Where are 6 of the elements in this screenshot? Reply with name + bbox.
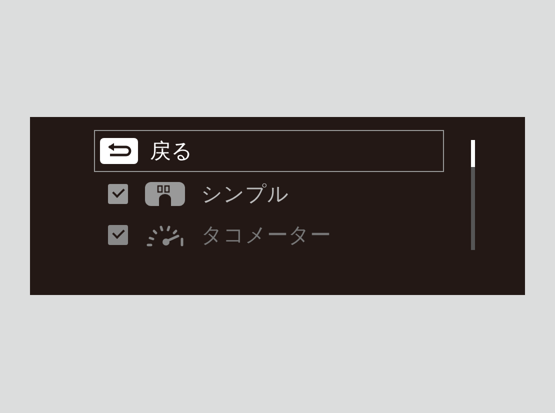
- back-button[interactable]: 戻る: [94, 130, 444, 172]
- menu-item[interactable]: シンプル: [94, 172, 444, 215]
- gauge-icon: [145, 222, 185, 246]
- scrollbar[interactable]: [471, 140, 475, 250]
- digital-meter-icon: [145, 182, 185, 206]
- checkbox[interactable]: [108, 184, 128, 204]
